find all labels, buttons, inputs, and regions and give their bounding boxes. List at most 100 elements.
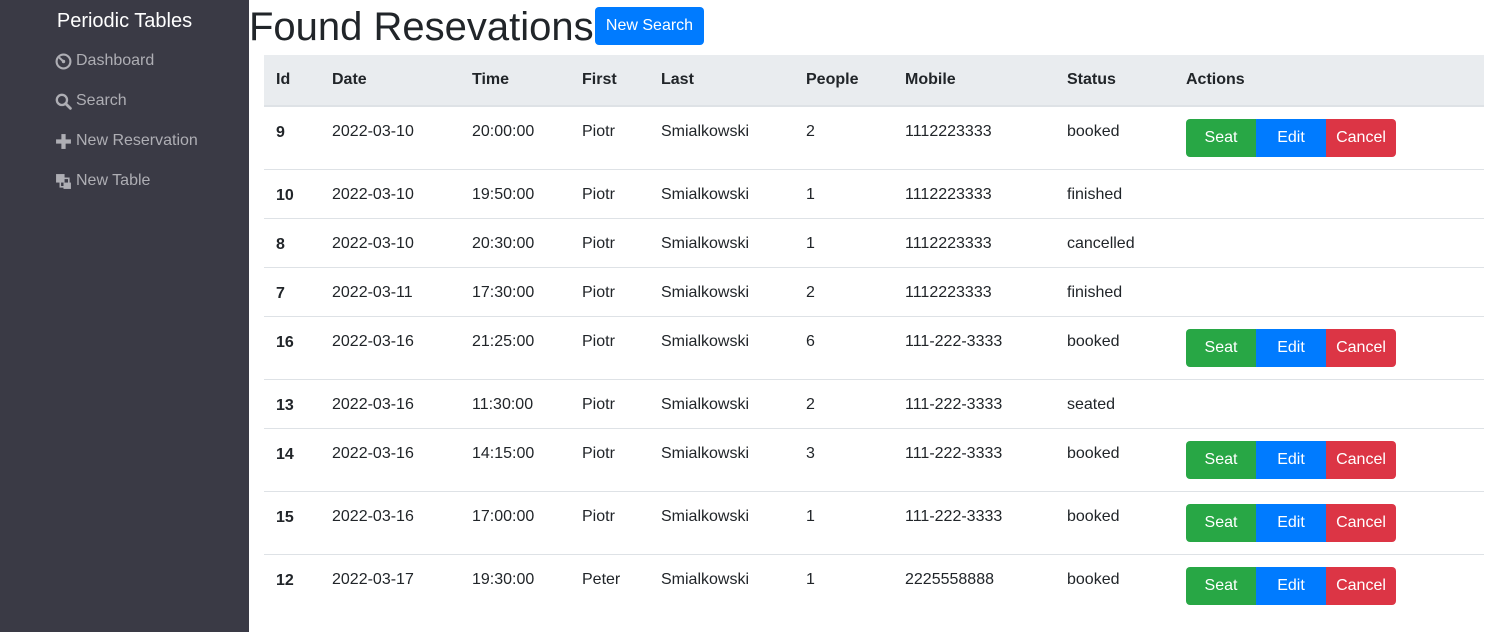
cell-time: 17:00:00 — [460, 491, 570, 555]
cell-last-value: Smialkowski — [661, 123, 750, 140]
dashboard-icon — [54, 52, 72, 70]
cell-last-value: Smialkowski — [661, 284, 750, 301]
cell-status: booked — [1055, 491, 1174, 555]
cell-time-value: 21:25:00 — [472, 333, 535, 350]
cell-mobile-value: 111-222-3333 — [905, 508, 1003, 525]
column-header-first: First — [570, 55, 649, 107]
row-actions: Seat Edit Cancel — [1186, 429, 1484, 479]
cancel-button[interactable]: Cancel — [1326, 441, 1396, 479]
sidebar-item-dashboard[interactable]: Dashboard — [54, 49, 154, 73]
sidebar-item-new-table[interactable]: New Table — [54, 169, 150, 193]
edit-button[interactable]: Edit — [1256, 504, 1326, 542]
cell-people-value: 1 — [806, 571, 815, 588]
cell-first: Piotr — [570, 218, 649, 268]
cell-status-value: booked — [1067, 571, 1120, 588]
cell-actions: Seat Edit Cancel — [1174, 105, 1484, 170]
cell-time-value: 19:50:00 — [472, 186, 535, 203]
cell-mobile-value: 1112223333 — [905, 235, 992, 252]
column-header-actions: Actions — [1174, 55, 1484, 107]
cell-time-value: 19:30:00 — [472, 571, 535, 588]
seat-button[interactable]: Seat — [1186, 567, 1256, 605]
cell-id-value: 15 — [276, 509, 294, 526]
cancel-button[interactable]: Cancel — [1326, 567, 1396, 605]
cell-date-value: 2022-03-16 — [332, 333, 414, 350]
column-header-last: Last — [649, 55, 794, 107]
table-row: 7 2022-03-11 17:30:00 Piotr Smialkowski 2 1112… — [264, 267, 1484, 317]
cell-id: 13 — [264, 379, 320, 429]
cell-status: cancelled — [1055, 218, 1174, 268]
row-actions: Seat Edit Cancel — [1186, 107, 1484, 157]
sidebar-item-label: Search — [76, 92, 127, 109]
cell-date: 2022-03-10 — [320, 169, 460, 219]
new-search-button[interactable]: New Search — [595, 7, 704, 45]
cell-id: 12 — [264, 554, 320, 617]
cell-people: 1 — [794, 554, 893, 617]
search-icon — [54, 92, 72, 110]
cancel-button[interactable]: Cancel — [1326, 504, 1396, 542]
cell-first: Piotr — [570, 267, 649, 317]
seat-button[interactable]: Seat — [1186, 119, 1256, 157]
cell-status-value: booked — [1067, 123, 1120, 140]
cancel-button[interactable]: Cancel — [1326, 329, 1396, 367]
seat-button[interactable]: Seat — [1186, 441, 1256, 479]
cell-mobile-value: 1112223333 — [905, 284, 992, 301]
page-title: Found Resevations — [249, 5, 594, 49]
cell-time: 14:15:00 — [460, 428, 570, 492]
cell-time: 17:30:00 — [460, 267, 570, 317]
sidebar: Periodic Tables Dashboard Search New Res… — [0, 0, 249, 632]
edit-button[interactable]: Edit — [1256, 441, 1326, 479]
row-actions: Seat Edit Cancel — [1186, 317, 1484, 367]
cell-date: 2022-03-10 — [320, 218, 460, 268]
sidebar-item-search[interactable]: Search — [54, 89, 127, 113]
cell-people: 3 — [794, 428, 893, 492]
brand-title[interactable]: Periodic Tables — [0, 8, 249, 34]
cell-first: Piotr — [570, 169, 649, 219]
cell-mobile-value: 111-222-3333 — [905, 445, 1003, 462]
cell-last: Smialkowski — [649, 379, 794, 429]
cell-people-value: 3 — [806, 445, 815, 462]
column-header-date: Date — [320, 55, 460, 107]
cell-actions — [1174, 169, 1484, 219]
cell-date: 2022-03-16 — [320, 316, 460, 380]
cell-first: Piotr — [570, 491, 649, 555]
cell-date: 2022-03-10 — [320, 105, 460, 170]
cell-date: 2022-03-11 — [320, 267, 460, 317]
cell-people-value: 1 — [806, 508, 815, 525]
cell-status-value: booked — [1067, 445, 1120, 462]
cell-mobile-value: 1112223333 — [905, 186, 992, 203]
cell-actions — [1174, 267, 1484, 317]
edit-button[interactable]: Edit — [1256, 119, 1326, 157]
cell-last-value: Smialkowski — [661, 333, 750, 350]
table-header-row: Id Date Time First Last People Mobile St… — [264, 55, 1484, 107]
cell-time-value: 20:00:00 — [472, 123, 535, 140]
cell-id: 14 — [264, 428, 320, 492]
cell-status: booked — [1055, 428, 1174, 492]
cell-first: Piotr — [570, 379, 649, 429]
cell-date-value: 2022-03-17 — [332, 571, 414, 588]
cell-status: booked — [1055, 316, 1174, 380]
seat-button[interactable]: Seat — [1186, 504, 1256, 542]
column-header-time: Time — [460, 55, 570, 107]
cell-mobile-value: 1112223333 — [905, 123, 992, 140]
cell-last: Smialkowski — [649, 316, 794, 380]
cell-mobile: 111-222-3333 — [893, 491, 1055, 555]
seat-button[interactable]: Seat — [1186, 329, 1256, 367]
sidebar-item-new-reservation[interactable]: New Reservation — [54, 129, 198, 153]
cell-people: 1 — [794, 491, 893, 555]
cell-mobile-value: 2225558888 — [905, 571, 994, 588]
cell-people-value: 6 — [806, 333, 815, 350]
cell-status: finished — [1055, 267, 1174, 317]
cancel-button[interactable]: Cancel — [1326, 119, 1396, 157]
cell-first-value: Peter — [582, 571, 621, 588]
edit-button[interactable]: Edit — [1256, 329, 1326, 367]
cell-first: Piotr — [570, 428, 649, 492]
sidebar-item-label: New Table — [76, 172, 151, 189]
cell-date-value: 2022-03-11 — [332, 284, 413, 301]
cell-first: Peter — [570, 554, 649, 617]
cell-last: Smialkowski — [649, 218, 794, 268]
cell-people-value: 1 — [806, 186, 815, 203]
cell-actions: Seat Edit Cancel — [1174, 428, 1484, 492]
edit-button[interactable]: Edit — [1256, 567, 1326, 605]
cell-people-value: 2 — [806, 123, 815, 140]
column-header-status: Status — [1055, 55, 1174, 107]
